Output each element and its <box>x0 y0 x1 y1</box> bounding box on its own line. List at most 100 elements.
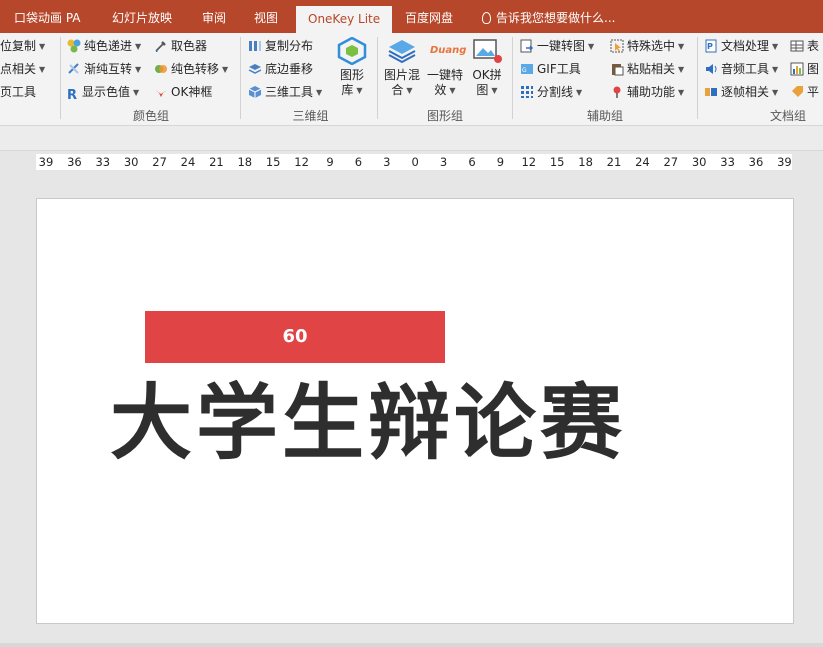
group-label-3d: 三维组 <box>292 109 329 123</box>
ribbon-item-3d-tools[interactable]: 三维工具 ▼ <box>248 82 322 102</box>
swap-icon <box>68 63 79 74</box>
tell-me-label: 告诉我您想要做什么... <box>496 11 616 25</box>
red-bar-shape[interactable]: 60 <box>145 311 445 363</box>
item-label: GIF工具 <box>537 62 581 76</box>
ruler-tick-label: 15 <box>549 155 565 169</box>
ruler-tick-label: 18 <box>578 155 593 169</box>
ribbon-item-bottom-shift[interactable]: 底边垂移 <box>248 59 313 79</box>
tab-pocket-animation[interactable]: 口袋动画 PA <box>14 0 81 33</box>
chevron-down-icon: ▼ <box>222 65 229 74</box>
ruler-tick-label: 30 <box>691 155 707 169</box>
group-divider <box>377 37 378 119</box>
chevron-down-icon: ▼ <box>316 88 323 97</box>
ribbon-item-color-picker[interactable]: 取色器 <box>154 36 207 56</box>
item-label: 辅助功能 <box>627 85 676 99</box>
item-label: OK拼 <box>472 68 502 82</box>
ribbon-item-gradient-swap[interactable]: 渐纯互转 ▼ <box>67 59 141 79</box>
lightbulb-icon <box>482 12 491 24</box>
pin-icon <box>613 86 621 98</box>
chevron-down-icon: ▼ <box>133 88 140 97</box>
ribbon-item-chart[interactable]: 图 <box>790 59 819 79</box>
item-label: 纯色递进 <box>84 39 133 53</box>
ribbon-item-audio-tools[interactable]: 音频工具 ▼ <box>704 59 778 79</box>
item-label: 图 <box>476 83 489 97</box>
image-stack-icon <box>388 40 416 64</box>
ribbon-item-special-select[interactable]: 特殊选中 ▼ <box>610 36 684 56</box>
item-label: 粘贴相关 <box>627 62 676 76</box>
shape-library-button[interactable]: 图形库 ▼ <box>332 37 372 98</box>
item-label: 效 <box>434 83 447 97</box>
tab-baidu-netdisk[interactable]: 百度网盘 <box>405 0 453 33</box>
item-label: 一键特 <box>426 68 463 82</box>
chevron-down-icon: ▼ <box>678 65 685 74</box>
ruler-tick-label: 12 <box>521 155 537 169</box>
group-label-color: 颜色组 <box>132 109 169 123</box>
item-label: OK神框 <box>171 85 213 99</box>
ruler-tick-label: 3 <box>439 155 448 169</box>
item-label: 图 <box>807 62 820 76</box>
ok-puzzle-button[interactable]: OK拼图 ▼ <box>467 37 507 98</box>
tab-slideshow[interactable]: 幻灯片放映 <box>112 0 172 33</box>
ribbon-item-doc-processing[interactable]: P 文档处理 ▼ <box>704 36 778 56</box>
ribbon-item-table[interactable]: 表 <box>790 36 819 56</box>
ruler-tick-label: 0 <box>411 155 419 169</box>
ribbon-item-position-copy[interactable]: 位复制 ▼ <box>0 36 45 56</box>
ruler-tick-label: 39 <box>38 155 54 169</box>
ribbon-item-aux-functions[interactable]: 辅助功能 ▼ <box>610 82 684 102</box>
tell-me-search[interactable]: 告诉我您想要做什么... <box>482 0 615 33</box>
item-label: 一键转图 <box>537 39 586 53</box>
chevron-down-icon: ▼ <box>39 65 46 74</box>
group-divider <box>512 37 513 119</box>
cube-icon <box>248 86 262 98</box>
distribute-icon <box>249 41 261 51</box>
tag-icon <box>792 86 803 97</box>
image-blend-button[interactable]: 图片混合 ▼ <box>381 37 423 98</box>
ribbon-item-convert-to-image[interactable]: 一键转图 ▼ <box>520 36 594 56</box>
item-label: 图片混 <box>383 68 420 82</box>
item-label: 合 <box>391 83 404 97</box>
duang-icon: Duang <box>430 45 467 56</box>
chevron-down-icon: ▼ <box>772 88 779 97</box>
ruler-tick-label: 33 <box>720 155 735 169</box>
slide-title[interactable]: 大学生辩论赛 <box>110 378 720 468</box>
ribbon-item-color-transfer[interactable]: 纯色转移 ▼ <box>154 59 228 79</box>
one-click-effect-button[interactable]: Duang 一键特效 ▼ <box>424 37 466 98</box>
ribbon-item-page-tools[interactable]: 页工具 <box>0 82 36 102</box>
ribbon-item-flat[interactable]: 平 <box>790 82 819 102</box>
item-label: 渐纯互转 <box>84 62 133 76</box>
chevron-down-icon: ▼ <box>588 42 595 51</box>
color-transfer-icon <box>155 65 167 73</box>
ruler-tick-label: 24 <box>635 155 650 169</box>
item-label: 显示色值 <box>82 85 131 99</box>
ribbon-item-copy-distribute[interactable]: 复制分布 <box>248 36 313 56</box>
ruler-tick-label: 9 <box>496 155 505 169</box>
ribbon-item-point-related[interactable]: 点相关 ▼ <box>0 59 45 79</box>
item-label: 三维工具 <box>265 85 314 99</box>
svg-text:P: P <box>707 42 713 51</box>
ribbon-item-gif-tools[interactable]: G GIF工具 <box>520 59 581 79</box>
table-icon <box>790 40 804 52</box>
gif-icon: G <box>521 64 533 74</box>
chevron-down-icon: ▼ <box>678 42 685 51</box>
ruler-tick-label: 12 <box>294 155 309 169</box>
item-label: 音频工具 <box>721 62 770 76</box>
chevron-down-icon: ▼ <box>772 65 779 74</box>
chevron-down-icon: ▼ <box>356 86 363 95</box>
horizontal-ruler: 39 36 33 30 27 24 21 18 15 12 9 6 3 0 3 6 9 12 15 18 21 24 27 3… <box>36 154 792 170</box>
group-divider <box>240 37 241 119</box>
ribbon-item-show-color-value[interactable]: R 显示色值 ▼ <box>67 82 140 103</box>
ribbon-item-frame-by-frame[interactable]: 逐帧相关 ▼ <box>704 82 778 102</box>
ribbon-item-divider-line[interactable]: 分割线 ▼ <box>520 82 582 102</box>
tab-view[interactable]: 视图 <box>254 0 278 33</box>
ribbon-item-paste-related[interactable]: 粘贴相关 ▼ <box>610 59 684 79</box>
item-label: 特殊选中 <box>627 39 676 53</box>
item-label: 平 <box>807 85 820 99</box>
chevron-down-icon: ▼ <box>39 42 46 51</box>
ruler-tick-label: 3 <box>383 155 391 169</box>
chevron-down-icon: ▼ <box>576 88 583 97</box>
ribbon-item-ok-frame[interactable]: OK神框 <box>154 82 212 102</box>
tab-review[interactable]: 审阅 <box>202 0 226 33</box>
paste-icon <box>612 64 624 76</box>
ruler-tick-label: 27 <box>663 155 679 169</box>
ribbon-item-solid-gradient[interactable]: 纯色递进 ▼ <box>67 36 141 56</box>
